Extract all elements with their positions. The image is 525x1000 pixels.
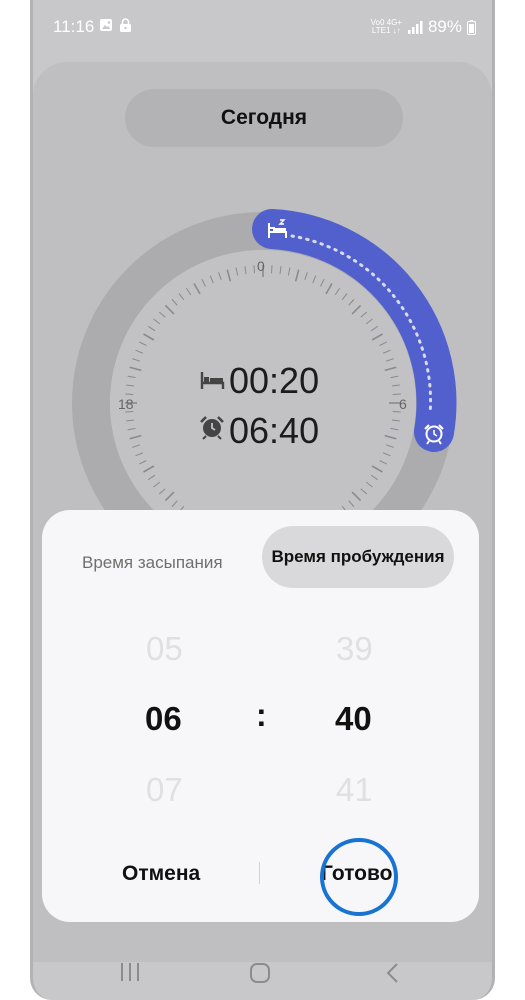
back-icon[interactable] [385,962,399,984]
dial-label-6: 6 [399,396,407,412]
highlight-ring [320,838,398,916]
hour-selected[interactable]: 06 [145,700,182,738]
hour-next[interactable]: 07 [146,771,183,809]
recent-apps-icon[interactable] [119,962,141,982]
dial-tick [392,393,401,395]
dial-tick [253,265,255,274]
home-icon[interactable] [249,962,271,984]
bedtime-value: 00:20 [229,360,320,401]
navigation-bar [33,940,492,1000]
minute-next[interactable]: 41 [336,771,373,809]
wake-value: 06:40 [229,410,320,451]
dial-label-18: 18 [118,396,134,412]
time-separator: : [256,697,267,733]
minute-prev[interactable]: 39 [336,630,373,668]
minute-selected[interactable]: 40 [335,700,372,738]
time-picker-sheet: Время засыпания Время пробуждения 05 06 … [42,510,479,922]
button-divider [259,862,260,884]
tab-bedtime[interactable]: Время засыпания [82,553,223,573]
hour-prev[interactable]: 05 [146,630,183,668]
dial-label-0: 0 [257,258,265,274]
dial-tick [271,265,273,274]
dial-tick [125,393,134,395]
cancel-button[interactable]: Отмена [122,862,200,886]
tab-wake-time[interactable]: Время пробуждения [262,526,454,588]
